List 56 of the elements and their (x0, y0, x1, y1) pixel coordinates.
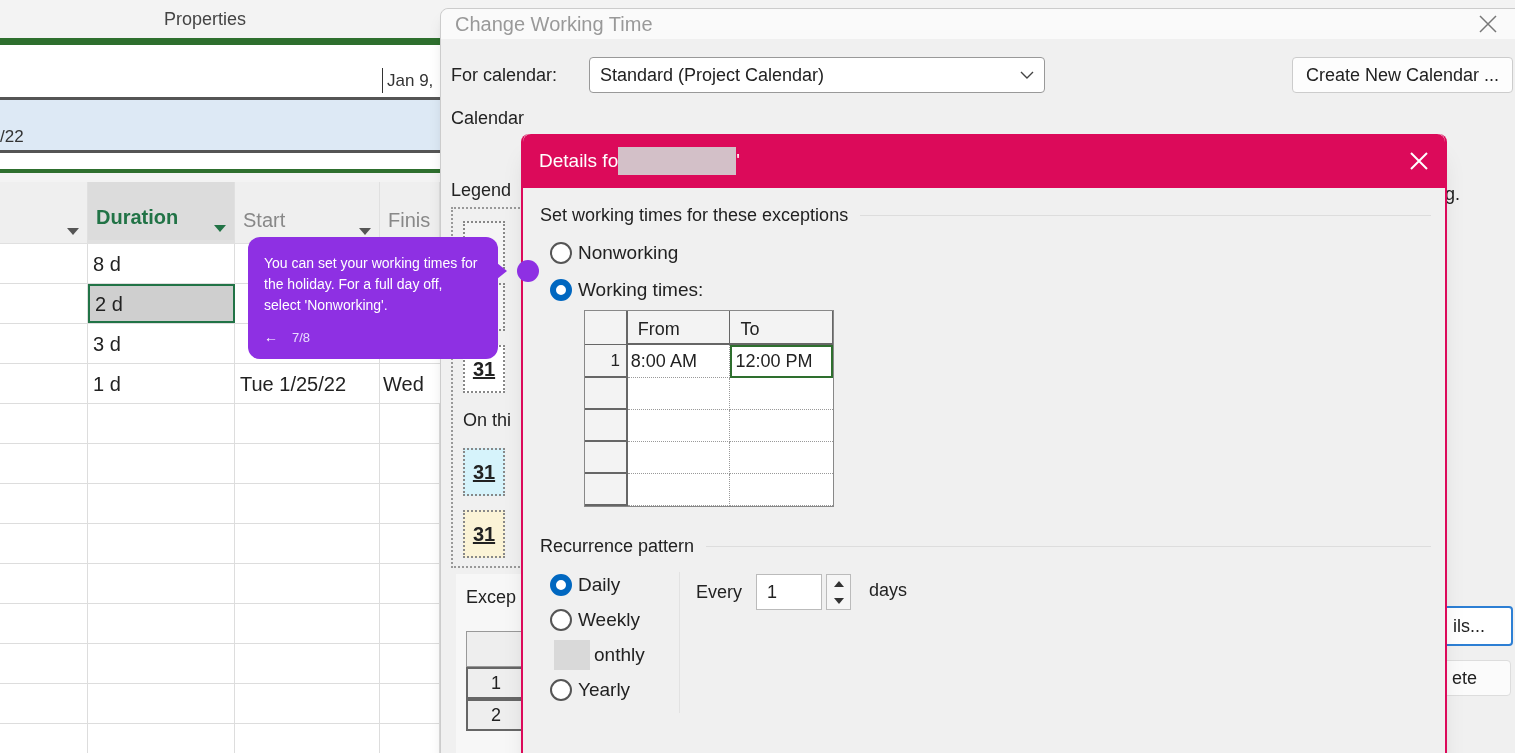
column-header[interactable]: Duration (88, 182, 235, 244)
duration-cell: 3 d (88, 324, 235, 363)
start-cell: Tue 1/25/22 (235, 364, 380, 403)
radio-button[interactable] (550, 242, 572, 265)
chevron-down-icon (1020, 71, 1034, 79)
calendar-select[interactable]: Standard (Project Calendar) (589, 57, 1045, 93)
dropdown-icon[interactable] (359, 228, 371, 235)
time-cell[interactable]: 8:00 AM (627, 345, 731, 378)
every-field[interactable]: 1 (756, 574, 822, 610)
time-cell[interactable] (627, 442, 731, 474)
ribbon-group-label: Properties (163, 7, 246, 31)
base-calendar-note: Calendar (451, 108, 525, 128)
radio-label[interactable]: Yearly (578, 675, 631, 705)
time-cell[interactable] (627, 474, 731, 506)
time-cell[interactable]: 12:00 PM (730, 345, 833, 378)
field-label: For calendar: (451, 63, 559, 87)
close-icon[interactable] (1479, 15, 1497, 33)
radio-button[interactable] (550, 609, 572, 631)
duration-cell: 8 d (88, 244, 235, 283)
section-label: Set working times for these exceptions (540, 204, 849, 227)
radio-label[interactable]: Working times: (578, 275, 704, 304)
radio-label[interactable]: Daily (578, 570, 621, 600)
spinner-control[interactable] (826, 574, 851, 610)
create-calendar-button[interactable]: Create New Calendar ... (1291, 57, 1513, 93)
section-label: Recurrence pattern (540, 535, 695, 558)
column-header: To (730, 311, 833, 345)
radio-button[interactable] (550, 574, 572, 596)
field-label: Every (696, 581, 742, 604)
timeline-bar-label: /22 (0, 125, 24, 148)
legend-section-label: On thi (463, 409, 513, 432)
dropdown-icon[interactable] (214, 225, 226, 232)
radio-label[interactable]: onthly (594, 640, 645, 670)
up-arrow-icon[interactable] (833, 580, 844, 587)
radio-button[interactable] (550, 278, 572, 301)
window-title: Change Working Time (455, 12, 653, 37)
back-button[interactable]: ← (264, 327, 278, 348)
calendar-day-icon: 31 (463, 510, 505, 558)
radio-button[interactable] (550, 679, 572, 701)
radio-label[interactable]: Nonworking (578, 239, 679, 268)
time-cell[interactable] (627, 378, 731, 410)
duration-cell: 2 d (88, 284, 235, 323)
down-arrow-icon[interactable] (833, 597, 844, 604)
tooltip-text: You can set your working times for the holiday. For a full day off, select 'Nonworking'. (264, 254, 478, 315)
column-header: From (627, 311, 731, 345)
dialog-title-end: ' (736, 148, 740, 173)
duration-cell: 1 d (88, 364, 235, 403)
calendar-day-icon: 31 (463, 448, 505, 496)
time-cell[interactable] (627, 410, 731, 442)
dropdown-icon[interactable] (67, 228, 79, 235)
unit-label: days (869, 579, 908, 602)
radio-label[interactable]: Weekly (578, 605, 640, 635)
dialog-title: Details fo (539, 148, 619, 173)
legend-label: Legend (451, 179, 513, 202)
finish-cell-text: Wed (382, 371, 425, 397)
row-number: 1 (585, 345, 628, 378)
step-counter: 7/8 (292, 328, 311, 347)
